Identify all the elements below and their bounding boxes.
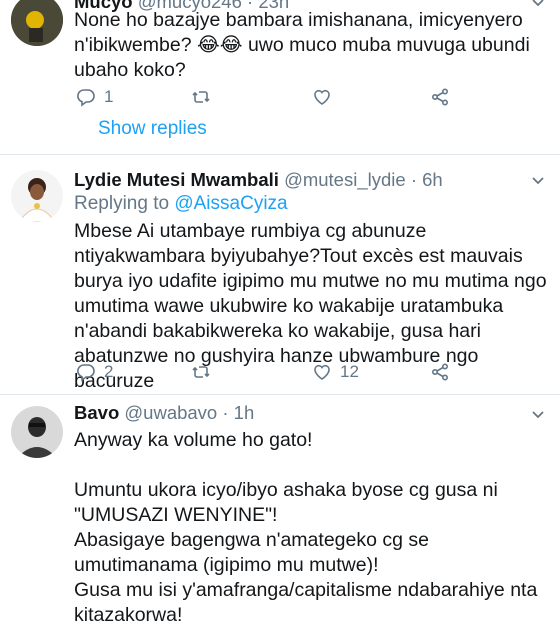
tweet-actions: 2 12	[74, 362, 494, 384]
like-button[interactable]: 12	[312, 362, 359, 382]
reply-icon	[77, 364, 95, 382]
tweet-text: None ho bazajye bambara imishanana, imic…	[74, 9, 530, 81]
like-button[interactable]	[312, 87, 332, 107]
handle[interactable]: @mutesi_lydie	[284, 169, 406, 190]
avatar[interactable]	[11, 170, 63, 222]
tweet-header: Lydie Mutesi Mwambali @mutesi_lydie · 6h	[74, 169, 443, 191]
show-replies-link[interactable]: Show replies	[98, 118, 207, 140]
replying-to: Replying to @AissaCyiza	[74, 193, 288, 215]
avatar[interactable]	[11, 0, 63, 46]
like-icon	[314, 364, 330, 380]
share-button[interactable]	[430, 362, 450, 382]
tweet-mucyo[interactable]: Mucyo @mucyo246 · 23h None ho bazajye ba…	[0, 0, 560, 154]
handle[interactable]: @uwabavo	[124, 402, 217, 423]
like-count: 12	[340, 362, 359, 381]
reply-count: 1	[104, 87, 114, 106]
tweet-text: Anyway ka volume ho gato! Umuntu ukora i…	[74, 429, 538, 626]
tweet-lydie[interactable]: Lydie Mutesi Mwambali @mutesi_lydie · 6h…	[0, 155, 560, 395]
replying-to-label: Replying to	[74, 193, 175, 214]
reply-button[interactable]: 2	[76, 362, 113, 382]
timestamp[interactable]: · 1h	[222, 402, 254, 423]
retweet-icon	[192, 91, 210, 103]
chevron-down-icon[interactable]	[530, 173, 546, 189]
tweet-header: Bavo @uwabavo · 1h	[74, 402, 254, 424]
avatar[interactable]	[11, 406, 63, 458]
like-icon	[314, 89, 330, 105]
tweet-bavo[interactable]: Bavo @uwabavo · 1h Anyway ka volume ho g…	[0, 395, 560, 626]
display-name[interactable]: Lydie Mutesi Mwambali	[74, 169, 279, 190]
retweet-button[interactable]	[191, 87, 211, 107]
share-icon	[431, 88, 449, 106]
share-icon	[431, 363, 449, 381]
retweet-icon	[192, 366, 210, 378]
tweet-actions: 1	[74, 87, 494, 109]
retweet-button[interactable]	[191, 362, 211, 382]
share-button[interactable]	[430, 87, 450, 107]
reply-button[interactable]: 1	[76, 87, 113, 107]
reply-count: 2	[104, 362, 114, 381]
chevron-down-icon[interactable]	[530, 407, 546, 423]
replying-to-handle[interactable]: @AissaCyiza	[174, 193, 287, 214]
reply-icon	[77, 89, 95, 107]
display-name[interactable]: Bavo	[74, 402, 119, 423]
timestamp[interactable]: · 6h	[411, 169, 443, 190]
